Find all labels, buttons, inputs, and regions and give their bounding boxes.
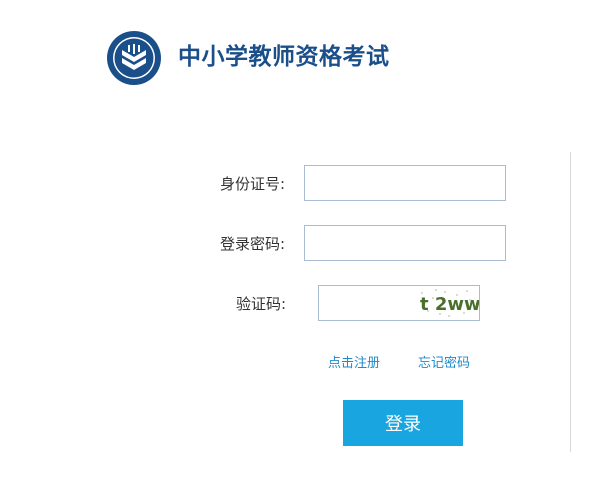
- captcha-input[interactable]: [319, 286, 417, 320]
- captcha-label: 验证码:: [236, 295, 287, 313]
- captcha-text: t 2ww: [420, 294, 479, 315]
- site-title: 中小学教师资格考试: [178, 44, 390, 70]
- login-button[interactable]: 登录: [343, 400, 463, 446]
- password-label: 登录密码:: [220, 235, 286, 253]
- captcha-field: t 2ww: [318, 285, 480, 321]
- forgot-password-link[interactable]: 忘记密码: [418, 355, 470, 373]
- password-input[interactable]: [304, 225, 506, 261]
- id-number-label: 身份证号:: [220, 175, 286, 193]
- register-link[interactable]: 点击注册: [328, 355, 380, 373]
- captcha-image[interactable]: t 2ww: [419, 287, 479, 319]
- logo-icon: [106, 30, 162, 86]
- divider: [570, 152, 571, 452]
- login-page: 中小学教师资格考试 身份证号: 登录密码: 验证码: t 2ww 点击注册 忘记…: [0, 0, 600, 487]
- id-number-input[interactable]: [304, 165, 506, 201]
